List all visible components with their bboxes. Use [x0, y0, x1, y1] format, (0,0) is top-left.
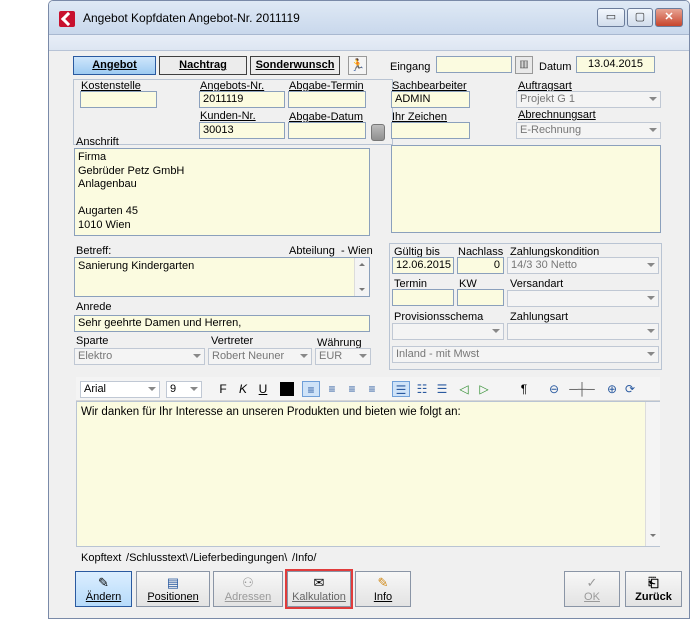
editor-scrollbar[interactable] [645, 402, 660, 546]
align-right-icon[interactable]: ≡ [344, 381, 360, 397]
tab-angebot[interactable]: Angebot [73, 56, 156, 75]
tab-lieferbedingungen[interactable]: /Lieferbedingungen\ [190, 552, 287, 564]
anrede-field[interactable]: Sehr geehrte Damen und Herren, [74, 315, 370, 332]
bold-button[interactable]: F [216, 381, 230, 397]
menu-strip [49, 35, 689, 51]
font-size-select[interactable]: 9 [166, 381, 202, 398]
italic-button[interactable]: K [236, 381, 250, 397]
tab-info[interactable]: /Info/ [292, 552, 316, 564]
info-icon: ✎ [377, 575, 389, 590]
notes-textarea[interactable] [391, 145, 661, 233]
abteilung-value: - Wien [341, 245, 373, 257]
kalkulation-button[interactable]: ✉ Kalkulation [285, 569, 353, 609]
positionen-button[interactable]: ▤ Positionen [136, 571, 210, 607]
list-variant-icon[interactable]: ☰ [434, 381, 450, 397]
eingang-label: Eingang [390, 61, 431, 73]
exit-door-icon: ⎗ [648, 575, 659, 590]
font-name-select[interactable]: Arial [80, 381, 160, 398]
numbered-list-icon[interactable]: ☷ [414, 381, 430, 397]
tab-sonderwunsch[interactable]: Sonderwunsch [250, 56, 340, 75]
checkmark-icon: ✓ [586, 575, 598, 590]
gueltig-bis-field[interactable]: 12.06.2015 [392, 257, 454, 274]
eingang-field[interactable] [436, 56, 512, 73]
zoom-out-icon[interactable]: ⊖ [546, 381, 562, 397]
pencil-icon: ✎ [98, 575, 109, 590]
betreff-scrollbar[interactable] [354, 258, 369, 296]
kostenstelle-field[interactable] [80, 91, 157, 108]
sachbearbeiter-field[interactable]: ADMIN [391, 91, 470, 108]
auftragsart-select[interactable]: Projekt G 1 [516, 91, 661, 108]
sparte-label: Sparte [76, 335, 109, 347]
paragraph-icon[interactable]: ¶ [516, 381, 532, 397]
adressen-button[interactable]: ⚇ Adressen [213, 571, 283, 607]
info-button[interactable]: ✎ Info [355, 571, 411, 607]
editor-content: Wir danken für Ihr Interesse an unseren … [81, 406, 461, 418]
list-icon: ▤ [166, 575, 180, 590]
tab-nachtrag[interactable]: Nachtrag [159, 56, 247, 75]
editor-toolbar: Arial 9 F K U ≡ ≡ ≡ ≡ ☰ ☷ ☰ ◁ ▷ ¶ ⊖ ─┼─ … [76, 377, 660, 401]
versandart-label: Versandart [510, 278, 564, 290]
zahlungskondition-select[interactable]: 14/3 30 Netto [507, 257, 659, 274]
aendern-button[interactable]: ✎ Ändern [75, 571, 132, 607]
tab-schlusstext[interactable]: /Schlusstext\ [126, 552, 188, 564]
bullet-list-icon[interactable]: ☰ [392, 381, 410, 397]
zahlungsart-select[interactable] [507, 323, 659, 340]
abgabe-datum-field[interactable] [288, 122, 366, 139]
anschrift-textarea[interactable]: Firma Gebrüder Petz GmbH Anlagenbau Auga… [74, 148, 370, 236]
abgabe-termin-field[interactable] [288, 91, 366, 108]
indent-increase-icon[interactable]: ▷ [476, 381, 492, 397]
kunden-nr-field[interactable]: 30013 [199, 122, 285, 139]
minimize-button[interactable]: ▭ [597, 8, 625, 27]
zoom-in-icon[interactable]: ⊕ [604, 381, 620, 397]
datum-label: Datum [539, 61, 572, 73]
provisionsschema-select[interactable] [392, 323, 504, 340]
dialog-window: Angebot Kopfdaten Angebot-Nr. 2011119 ▭ … [48, 0, 690, 619]
font-color-icon[interactable] [280, 382, 294, 396]
provisionsschema-label: Provisionsschema [394, 311, 484, 323]
underline-button[interactable]: U [256, 381, 270, 397]
calculator-icon: ✉ [313, 575, 325, 590]
datum-field[interactable]: 13.04.2015 [576, 56, 655, 73]
abteilung-label: Abteilung [289, 245, 335, 257]
title-bar: Angebot Kopfdaten Angebot-Nr. 2011119 ▭ … [49, 1, 689, 35]
close-button[interactable]: ✕ [655, 8, 683, 27]
angebots-nr-field[interactable]: 2011119 [199, 91, 285, 108]
zahlungsart-label: Zahlungsart [510, 311, 569, 323]
anschrift-label: Anschrift [76, 136, 119, 148]
text-editor[interactable]: Wir danken für Ihr Interesse an unseren … [76, 401, 660, 547]
waehrung-select[interactable]: EUR [315, 348, 371, 365]
align-justify-icon[interactable]: ≡ [364, 381, 380, 397]
indent-decrease-icon[interactable]: ◁ [456, 381, 472, 397]
betreff-textarea[interactable]: Sanierung Kindergarten [74, 257, 370, 297]
betreff-label: Betreff: [76, 245, 112, 257]
vertreter-label: Vertreter [211, 335, 254, 347]
maximize-button[interactable]: ▢ [627, 8, 653, 27]
tab-kopftext[interactable]: Kopftext [81, 552, 121, 564]
abrechnungsart-select[interactable]: E-Rechnung [516, 122, 661, 139]
refresh-icon[interactable]: ⟳ [622, 381, 638, 397]
zurueck-button[interactable]: ⎗ Zurück [625, 571, 682, 607]
address-book-icon: ⚇ [242, 575, 254, 590]
ihr-zeichen-field[interactable] [391, 122, 470, 139]
nachlass-field[interactable]: 0 [457, 257, 504, 274]
versandart-select[interactable] [507, 290, 659, 307]
app-logo-icon [59, 11, 75, 27]
zoom-slider[interactable]: ─┼─ [564, 381, 600, 397]
vertreter-select[interactable]: Robert Neuner [208, 348, 312, 365]
steuer-select[interactable]: Inland - mit Mwst [392, 346, 659, 363]
sparte-select[interactable]: Elektro [74, 348, 205, 365]
anrede-label: Anrede [76, 301, 112, 313]
calendar-icon[interactable]: ▥ [515, 56, 533, 74]
termin-field[interactable] [392, 289, 454, 306]
kunden-nr-label: Kunden-Nr. [200, 110, 256, 122]
window-title: Angebot Kopfdaten Angebot-Nr. 2011119 [83, 11, 300, 25]
abrechnungsart-label: Abrechnungsart [518, 109, 596, 121]
kw-field[interactable] [457, 289, 504, 306]
ok-button[interactable]: ✓ OK [564, 571, 620, 607]
database-icon[interactable] [371, 124, 385, 141]
align-left-icon[interactable]: ≡ [302, 381, 320, 397]
align-center-icon[interactable]: ≡ [324, 381, 340, 397]
runner-icon[interactable]: 🏃 [348, 56, 367, 75]
